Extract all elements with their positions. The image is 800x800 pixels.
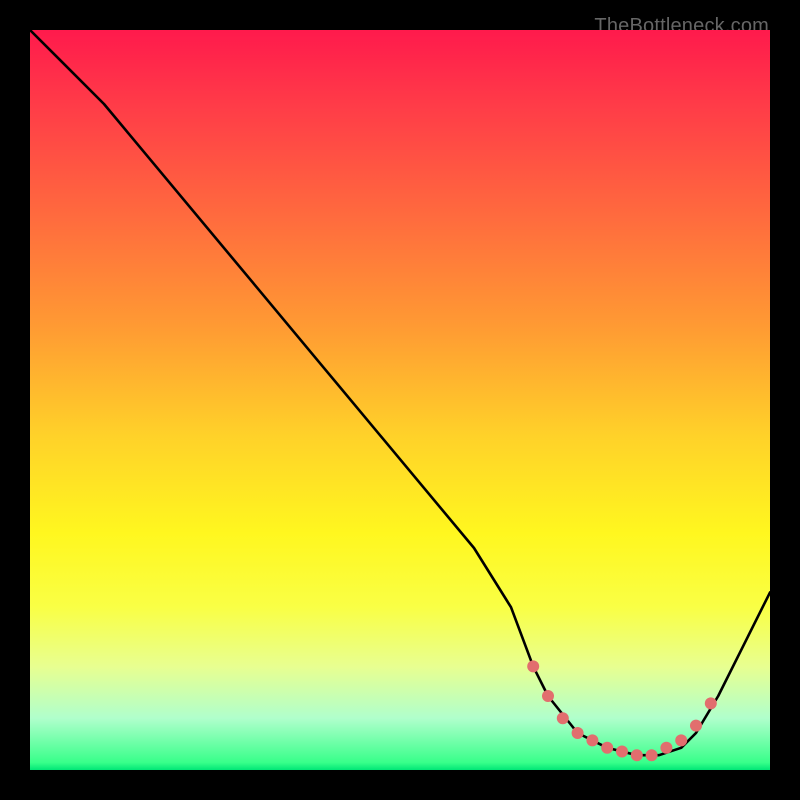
sweet-spot-markers [527,660,717,761]
sweet-spot-dot [586,734,598,746]
sweet-spot-dot [542,690,554,702]
chart-frame: TheBottleneck.com [15,15,785,785]
curve-svg [30,30,770,770]
sweet-spot-dot [660,742,672,754]
sweet-spot-dot [527,660,539,672]
sweet-spot-dot [631,749,643,761]
sweet-spot-dot [601,742,613,754]
sweet-spot-dot [616,746,628,758]
sweet-spot-dot [705,697,717,709]
sweet-spot-dot [572,727,584,739]
plot-area [30,30,770,770]
sweet-spot-dot [646,749,658,761]
bottleneck-curve-path [30,30,770,755]
sweet-spot-dot [557,712,569,724]
sweet-spot-dot [690,720,702,732]
sweet-spot-dot [675,734,687,746]
